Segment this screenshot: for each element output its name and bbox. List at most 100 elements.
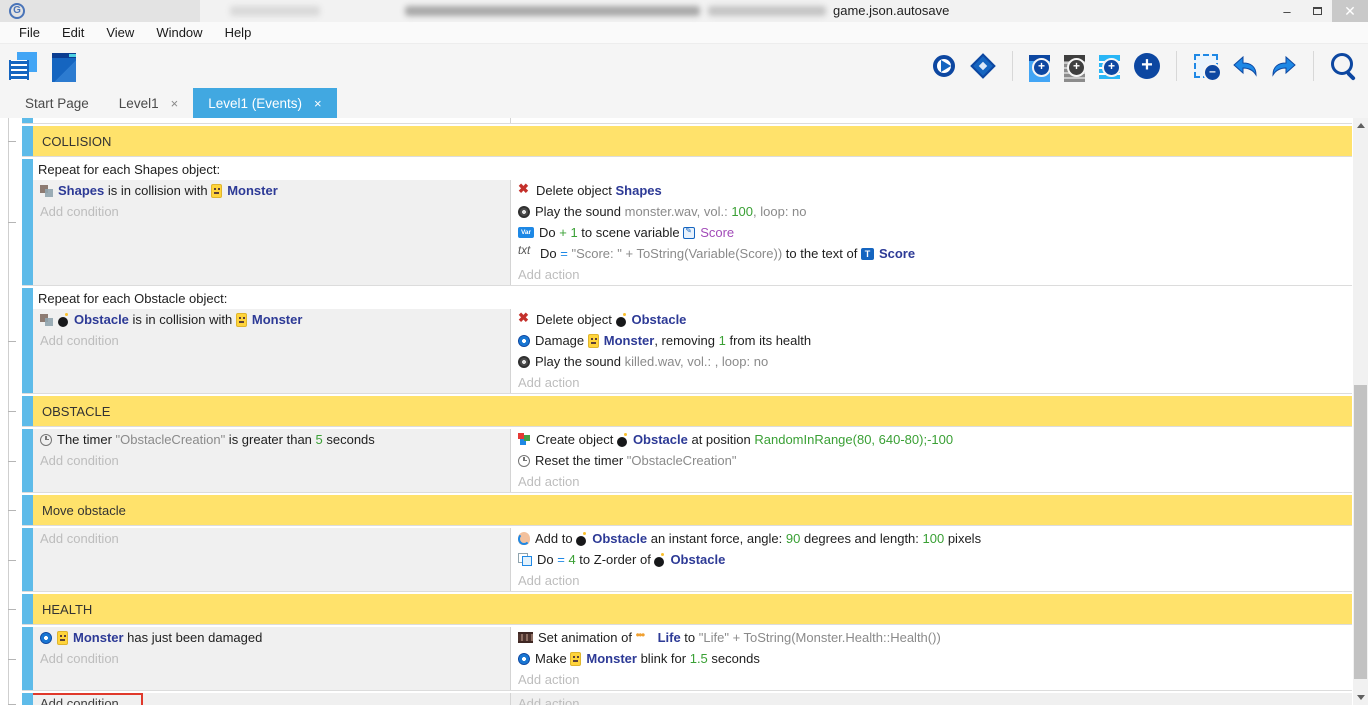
conditions-column[interactable]: Obstacle is in collision with MonsterAdd… xyxy=(33,309,510,393)
event-group-header[interactable]: Move obstacle xyxy=(33,495,1352,525)
actions-column[interactable]: Delete object ShapesPlay the sound monst… xyxy=(510,180,1352,285)
close-tab-icon[interactable]: × xyxy=(314,96,322,111)
event-block[interactable]: Repeat for each Shapes object:Shapes is … xyxy=(22,159,1352,286)
event-condition[interactable]: Monster has just been damaged xyxy=(33,627,510,648)
event-block[interactable]: The timer "ObstacleCreation" is greater … xyxy=(22,429,1352,493)
search-icon[interactable] xyxy=(1328,51,1358,81)
add-condition-button[interactable]: Add condition xyxy=(33,330,510,351)
event-action[interactable]: Delete object Obstacle xyxy=(511,309,1352,330)
start-page-icon-icon[interactable] xyxy=(50,51,80,81)
event-group-header[interactable]: COLLISION xyxy=(33,126,1352,156)
event-group[interactable]: COLLISION xyxy=(22,126,1352,157)
close-icon[interactable]: ✕ xyxy=(1332,0,1368,22)
conditions-column[interactable]: Shapes is in collision with MonsterAdd c… xyxy=(33,180,510,285)
play-icon[interactable] xyxy=(933,55,955,77)
add-action-button[interactable]: Add action xyxy=(511,669,1352,690)
vertical-scrollbar[interactable] xyxy=(1353,118,1368,705)
event-action[interactable]: Damage Monster, removing 1 from its heal… xyxy=(511,330,1352,351)
add-comment-icon[interactable] xyxy=(1097,53,1119,75)
event-action[interactable]: Make Monster blink for 1.5 seconds xyxy=(511,648,1352,669)
collision-icon xyxy=(40,314,53,326)
event-block[interactable]: Add condition Add action xyxy=(22,693,1352,705)
event-drag-handle[interactable] xyxy=(22,126,33,156)
event-drag-handle[interactable] xyxy=(22,396,33,426)
tab-start-page[interactable]: Start Page xyxy=(10,88,104,118)
menu-view[interactable]: View xyxy=(95,25,145,40)
actions-column[interactable]: Add to Obstacle an instant force, angle:… xyxy=(510,528,1352,591)
event-action[interactable]: Play the sound monster.wav, vol.: 100, l… xyxy=(511,201,1352,222)
conditions-column[interactable]: Monster has just been damagedAdd conditi… xyxy=(33,627,510,690)
menu-file[interactable]: File xyxy=(8,25,51,40)
project-manager-icon[interactable] xyxy=(8,51,38,81)
event-drag-handle[interactable] xyxy=(22,288,33,393)
minimize-icon[interactable]: – xyxy=(1272,0,1302,22)
menu-help[interactable]: Help xyxy=(214,25,263,40)
event-drag-handle[interactable] xyxy=(22,495,33,525)
actions-column[interactable]: Add action xyxy=(510,693,1352,705)
repeat-event-header[interactable]: Repeat for each Obstacle object: xyxy=(33,288,1352,309)
event-group-header[interactable]: OBSTACLE xyxy=(33,396,1352,426)
event-drag-handle[interactable] xyxy=(22,118,33,123)
add-action-button-label: Add action xyxy=(518,696,579,705)
tab-level1-events-[interactable]: Level1 (Events)× xyxy=(193,88,336,118)
redo-icon[interactable] xyxy=(1269,51,1299,81)
event-action[interactable]: Play the sound killed.wav, vol.: , loop:… xyxy=(511,351,1352,372)
conditions-column[interactable]: Add condition xyxy=(33,528,510,591)
event-action[interactable]: Add to Obstacle an instant force, angle:… xyxy=(511,528,1352,549)
add-new-icon[interactable] xyxy=(1132,51,1162,81)
add-action-button[interactable]: Add action xyxy=(511,570,1352,591)
add-event-icon[interactable] xyxy=(1027,53,1049,75)
add-condition-button[interactable]: Add condition xyxy=(33,201,510,222)
event-condition[interactable]: Obstacle is in collision with Monster xyxy=(33,309,510,330)
event-condition[interactable]: The timer "ObstacleCreation" is greater … xyxy=(33,429,510,450)
event-action[interactable]: Reset the timer "ObstacleCreation" xyxy=(511,450,1352,471)
add-action-button[interactable]: Add action xyxy=(511,372,1352,393)
conditions-column[interactable]: The timer "ObstacleCreation" is greater … xyxy=(33,429,510,492)
add-condition-button[interactable]: Add condition xyxy=(33,693,510,705)
unselect-all-icon[interactable] xyxy=(1191,51,1221,81)
repeat-event-header[interactable]: Repeat for each Shapes object: xyxy=(33,159,1352,180)
event-block[interactable]: Monster has just been damagedAdd conditi… xyxy=(22,627,1352,691)
event-action[interactable]: Do + 1 to scene variable Score xyxy=(511,222,1352,243)
add-action-button[interactable]: Add action xyxy=(511,264,1352,285)
add-sub-event-icon[interactable] xyxy=(1062,53,1084,75)
add-condition-button[interactable]: Add condition xyxy=(33,528,510,549)
tab-level1[interactable]: Level1× xyxy=(104,88,193,118)
add-condition-button[interactable]: Add condition xyxy=(33,450,510,471)
actions-column[interactable]: Set animation of Life to "Life" + ToStri… xyxy=(510,627,1352,690)
event-group[interactable]: Move obstacle xyxy=(22,495,1352,526)
actions-column[interactable]: Create object Obstacle at position Rando… xyxy=(510,429,1352,492)
add-action-button[interactable]: Add action xyxy=(511,471,1352,492)
conditions-column[interactable]: Add condition xyxy=(33,693,510,705)
event-action[interactable]: Set animation of Life to "Life" + ToStri… xyxy=(511,627,1352,648)
event-action[interactable]: Create object Obstacle at position Rando… xyxy=(511,429,1352,450)
text-segment: 4 xyxy=(568,552,575,567)
undo-icon[interactable] xyxy=(1230,51,1260,81)
close-tab-icon[interactable]: × xyxy=(171,96,179,111)
event-group-header[interactable]: HEALTH xyxy=(33,594,1352,624)
event-block[interactable]: Add conditionAdd to Obstacle an instant … xyxy=(22,528,1352,592)
add-condition-button[interactable]: Add condition xyxy=(33,648,510,669)
event-drag-handle[interactable] xyxy=(22,528,33,591)
actions-column[interactable]: Delete object ObstacleDamage Monster, re… xyxy=(510,309,1352,393)
event-condition[interactable]: Shapes is in collision with Monster xyxy=(33,180,510,201)
menu-edit[interactable]: Edit xyxy=(51,25,95,40)
event-action[interactable]: Delete object Shapes xyxy=(511,180,1352,201)
scroll-down-icon[interactable] xyxy=(1353,690,1368,705)
menu-window[interactable]: Window xyxy=(145,25,213,40)
event-drag-handle[interactable] xyxy=(22,159,33,285)
event-group[interactable]: OBSTACLE xyxy=(22,396,1352,427)
add-action-button[interactable]: Add action xyxy=(511,693,1352,705)
event-action[interactable]: Do = "Score: " + ToString(Variable(Score… xyxy=(511,243,1352,264)
scroll-up-icon[interactable] xyxy=(1353,118,1368,133)
event-drag-handle[interactable] xyxy=(22,627,33,690)
event-action[interactable]: Do = 4 to Z-order of Obstacle xyxy=(511,549,1352,570)
debug-icon[interactable] xyxy=(968,51,998,81)
event-drag-handle[interactable] xyxy=(22,693,33,705)
event-drag-handle[interactable] xyxy=(22,594,33,624)
scrollbar-thumb[interactable] xyxy=(1354,385,1367,679)
event-group[interactable]: HEALTH xyxy=(22,594,1352,625)
event-drag-handle[interactable] xyxy=(22,429,33,492)
event-block[interactable]: Repeat for each Obstacle object:Obstacle… xyxy=(22,288,1352,394)
maximize-icon[interactable] xyxy=(1302,0,1332,22)
